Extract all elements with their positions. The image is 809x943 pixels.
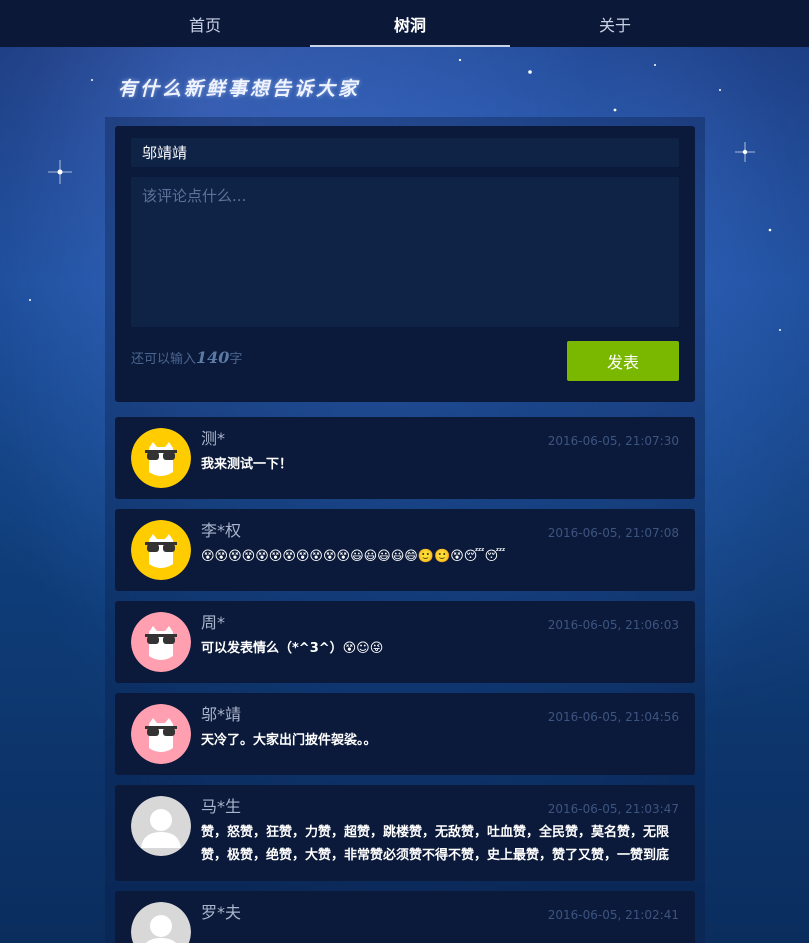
post-item: 罗*夫 2016-06-05, 21:02:41 [115, 891, 695, 943]
avatar [131, 704, 191, 764]
nav-about[interactable]: 关于 [515, 0, 715, 47]
comment-textarea[interactable] [131, 177, 679, 327]
post-content: 😵😵😵😵😵😵😵😵😵😵😵😃😃😃😃😄🙂🙂😵😴😴 [201, 549, 506, 564]
slogan: 有什么新鲜事想告诉大家 [118, 78, 361, 100]
post-time: 2016-06-05, 21:07:30 [547, 434, 679, 448]
post-content: 天冷了。大家出门披件袈裟。。 [201, 733, 377, 748]
post-time: 2016-06-05, 21:07:08 [547, 526, 679, 540]
nav-home[interactable]: 首页 [105, 0, 305, 47]
post-content: 我来测试一下！ [201, 457, 293, 472]
post-time: 2016-06-05, 21:04:56 [547, 710, 679, 724]
post-item: 邬*靖 2016-06-05, 21:04:56 天冷了。大家出门披件袈裟。。 [115, 693, 695, 775]
avatar [131, 902, 191, 943]
top-nav: 首页 树洞 关于 [0, 0, 809, 47]
composer: 还可以输入140字 发表 [115, 126, 695, 402]
post-item: 马*生 2016-06-05, 21:03:47 赞，怒赞，狂赞，力赞，超赞，跳… [115, 785, 695, 881]
avatar [131, 428, 191, 488]
post-item: 李*权 2016-06-05, 21:07:08 😵😵😵😵😵😵😵😵😵😵😵😃😃😃😃… [115, 509, 695, 591]
char-counter: 还可以输入140字 [131, 348, 242, 367]
post-content: 赞，怒赞，狂赞，力赞，超赞，跳楼赞，无敌赞，吐血赞，全民赞，莫名赞，无限赞，极赞… [201, 825, 670, 863]
avatar [131, 796, 191, 856]
post-time: 2016-06-05, 21:02:41 [547, 908, 679, 922]
post-item: 周* 2016-06-05, 21:06:03 可以发表情么（*^3^）😵☺😜 [115, 601, 695, 683]
counter-number: 140 [196, 348, 230, 367]
post-item: 测* 2016-06-05, 21:07:30 我来测试一下！ [115, 417, 695, 499]
post-time: 2016-06-05, 21:06:03 [547, 618, 679, 632]
nav-treehole[interactable]: 树洞 [310, 0, 510, 47]
name-input[interactable] [131, 138, 679, 167]
post-time: 2016-06-05, 21:03:47 [547, 802, 679, 816]
avatar [131, 612, 191, 672]
post-feed: 测* 2016-06-05, 21:07:30 我来测试一下！ 李*权 2016… [115, 417, 695, 943]
submit-button[interactable]: 发表 [567, 341, 679, 381]
counter-prefix: 还可以输入 [131, 352, 197, 367]
counter-suffix: 字 [229, 352, 243, 367]
post-content: 可以发表情么（*^3^）😵☺😜 [201, 641, 384, 656]
avatar [131, 520, 191, 580]
